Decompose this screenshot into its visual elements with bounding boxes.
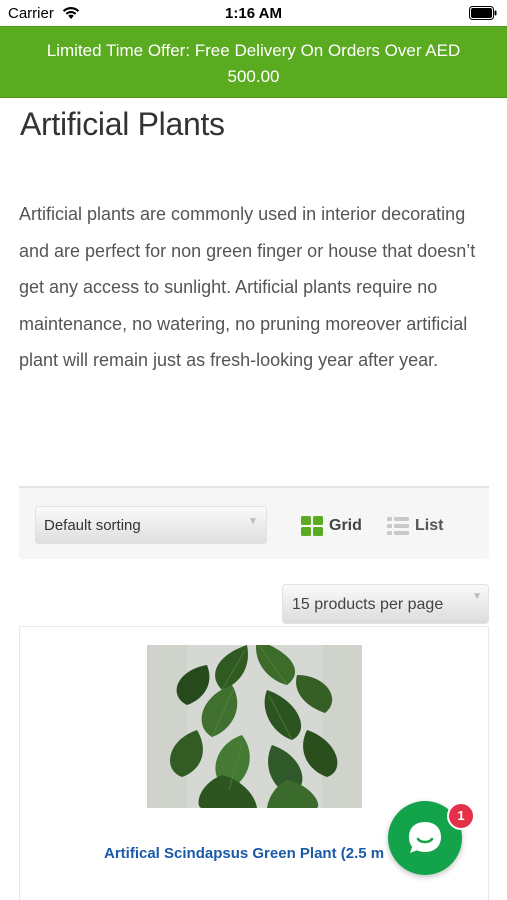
- chevron-down-icon: ▼: [248, 516, 258, 527]
- battery-icon: [469, 6, 497, 20]
- list-view-label: List: [415, 517, 444, 534]
- chat-bubble-icon: [409, 822, 441, 853]
- grid-icon: [301, 516, 323, 536]
- list-icon: [387, 517, 409, 535]
- promo-banner: Limited Time Offer: Free Delivery On Ord…: [0, 26, 507, 98]
- catalog-toolbar: Default sorting ▼ Grid List: [19, 486, 489, 559]
- page-title: Artificial Plants: [20, 106, 225, 142]
- category-description: Artificial plants are commonly used in i…: [19, 204, 476, 371]
- product-image[interactable]: [147, 645, 362, 808]
- per-page-selected-value: 15 products per page: [292, 596, 444, 613]
- sort-selected-value: Default sorting: [44, 517, 141, 534]
- product-name-link[interactable]: Artifical Scindapsus Green Plant (2.5 m: [104, 845, 404, 862]
- grid-view-label: Grid: [329, 517, 362, 534]
- list-view-toggle[interactable]: List: [387, 515, 443, 537]
- products-per-page-select[interactable]: 15 products per page ▼: [282, 584, 489, 624]
- grid-view-toggle[interactable]: Grid: [301, 515, 362, 537]
- chevron-down-icon: ▼: [472, 591, 482, 602]
- notification-badge: 1: [447, 802, 475, 830]
- status-bar: Carrier 1:16 AM: [0, 0, 507, 26]
- promo-text: Limited Time Offer: Free Delivery On Ord…: [46, 41, 461, 86]
- sort-select[interactable]: Default sorting ▼: [35, 506, 267, 544]
- status-time: 1:16 AM: [225, 5, 282, 22]
